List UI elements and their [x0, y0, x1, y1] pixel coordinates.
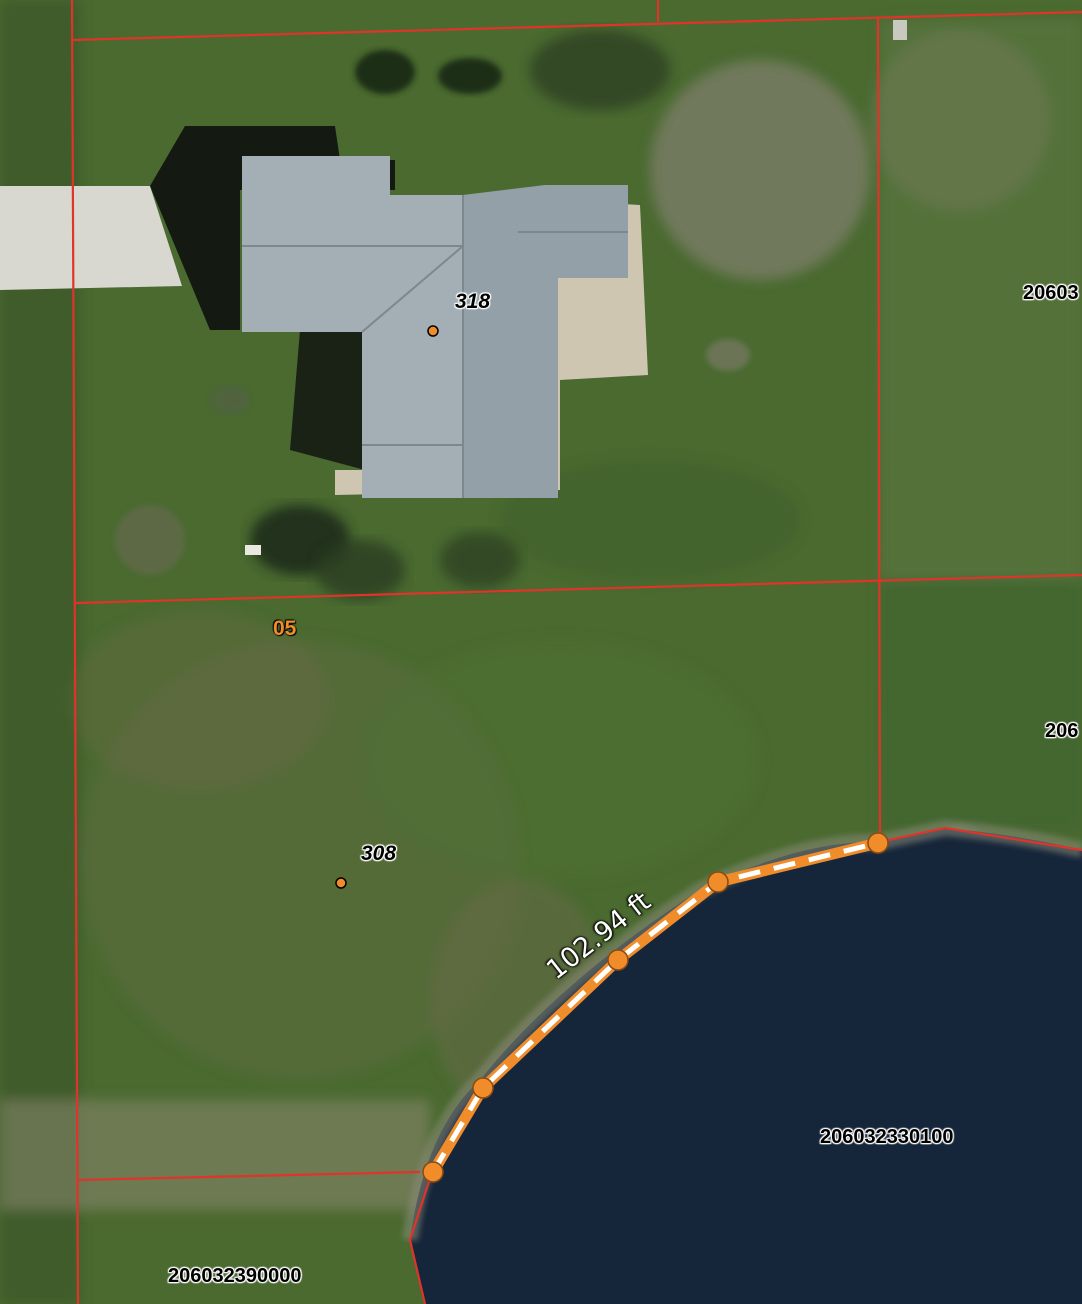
parcel-label-right-mid: 206: [1045, 720, 1079, 742]
measure-vertex[interactable]: [422, 1161, 444, 1183]
address-point-308[interactable]: [335, 877, 347, 889]
measure-vertex[interactable]: [472, 1077, 494, 1099]
address-label-308: 308: [361, 842, 397, 865]
driveway: [0, 186, 182, 290]
house-shadow-side: [290, 330, 365, 470]
lot-number-label: 05: [273, 617, 297, 640]
address-label-318: 318: [455, 290, 491, 313]
utility-box: [893, 20, 907, 40]
measure-vertex[interactable]: [867, 832, 889, 854]
yard-object: [245, 545, 261, 555]
measure-vertex[interactable]: [707, 871, 729, 893]
address-point-318[interactable]: [427, 325, 439, 337]
parcel-label-right-top: 20603: [1023, 282, 1079, 304]
map-view[interactable]: 318 308 05 20603 206 206032330100 206032…: [0, 0, 1082, 1304]
measure-vertex[interactable]: [607, 949, 629, 971]
aerial-imagery: [0, 0, 1082, 1304]
parcel-label-bottom: 206032390000: [168, 1265, 302, 1287]
parcel-label-pond: 206032330100: [820, 1126, 954, 1148]
